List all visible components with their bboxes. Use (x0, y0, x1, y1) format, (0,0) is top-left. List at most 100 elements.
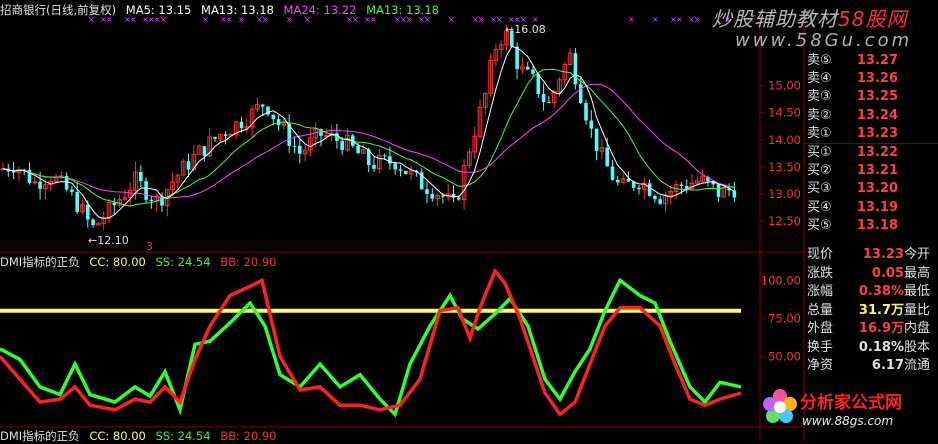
stat-row: 现价 13.23 今开 (805, 246, 938, 265)
watermark-title: 炒股辅助教材58股网 (712, 3, 907, 32)
candle-down (547, 101, 551, 103)
price-tick-label: 14.50 (768, 106, 801, 120)
stat-label: 现价 (807, 247, 834, 262)
bid-label: 买④ (807, 199, 832, 215)
bid-row: 买① 13.22 (805, 144, 938, 162)
candle-down (525, 66, 530, 70)
signal-x-mark: × (652, 15, 659, 24)
candle-down (75, 192, 79, 212)
low-annotation: ←12.10 (88, 234, 129, 247)
stat-value: 0.18% (858, 339, 904, 355)
candle-down (292, 145, 297, 147)
bb-label: BB: 20.90 (220, 255, 277, 269)
bid-list: 买① 13.22 买② 13.21 买③ 13.20 买④ 13.19 买⑤ 13.18 (805, 144, 938, 235)
stat-value: 6.17 (871, 358, 904, 373)
ask-label: 卖③ (807, 89, 832, 105)
ask-label: 卖④ (807, 71, 832, 87)
candle-down (11, 171, 16, 173)
ma13-line (2, 68, 735, 207)
ask-label: 卖② (807, 107, 832, 123)
bid-label: 买② (807, 163, 832, 179)
ss-label: SS: 24.54 (155, 255, 211, 269)
signal-x-mark: × (478, 15, 485, 24)
bid-label: 买① (807, 144, 832, 160)
signal-x-mark: × (694, 15, 701, 24)
indicator-tick-label: 75.00 (768, 311, 801, 325)
flower-logo-icon (763, 389, 797, 423)
price-tick-label: 13.00 (768, 187, 801, 201)
candle-down (430, 193, 435, 199)
stat-value: 16.9万 (858, 321, 904, 336)
stat-label2: 最高 (904, 265, 931, 281)
candle-down (112, 202, 117, 206)
candle-down (573, 53, 578, 85)
signal-x-mark: × (496, 15, 503, 24)
stat-label: 涨跌 (807, 265, 834, 281)
order-book: 卖⑤ 13.27 卖④ 13.26 卖③ 13.25 卖② 13.24 卖① 13.23 买① 13… (805, 52, 938, 235)
indicator-axis: 100.00 75.00 50.00 (760, 273, 801, 363)
ma13-label: MA13: 13.18 (201, 3, 274, 17)
candle-down (223, 134, 228, 136)
price-tick-label: 15.00 (768, 79, 801, 93)
stat-label: 外盘 (807, 321, 834, 336)
candle-down (38, 181, 42, 189)
bid-row: 买③ 13.20 (805, 180, 938, 198)
candle-down (149, 199, 154, 202)
stat-label2: 股本 (904, 339, 931, 355)
candle-down (441, 195, 445, 197)
candle-down (271, 114, 276, 120)
stat-label: 涨幅 (807, 284, 834, 299)
candle-down (139, 171, 143, 182)
candle-down (451, 193, 456, 198)
candle-down (70, 189, 74, 193)
candle-down (260, 104, 265, 107)
ss-line (0, 277, 742, 418)
price-axis: 15.00 14.50 14.00 13.50 13.00 12.50 (760, 79, 801, 228)
candle-down (610, 166, 615, 180)
stat-row: 外盘 16.9万 内盘 (805, 320, 938, 339)
price-tick-label: 13.50 (768, 160, 801, 174)
ask-label: 卖⑤ (807, 53, 832, 68)
bid-value: 13.22 (856, 144, 898, 160)
signal-x-mark: × (448, 15, 455, 24)
quote-stats: 现价 13.23 今开 涨跌 0.05 最高 涨幅 0.38% 最低 总量 31.7万 量比 外盘 16.… (805, 246, 938, 376)
candle-down (425, 189, 429, 194)
candle-down (382, 155, 387, 157)
watermark-url: www.58Gu.com (735, 30, 913, 51)
bid-value: 13.20 (856, 181, 898, 197)
stat-label: 总量 (807, 302, 834, 318)
candle-down (515, 46, 519, 69)
ma24-label: MA24: 13.22 (283, 3, 357, 17)
kline-chart[interactable]: × × × × × × × × × × × × × × × × × × × × × × × × × × × × × × × × × × × × × × × ×… (0, 0, 938, 441)
ask-row: 卖⑤ 13.27 (805, 52, 938, 70)
ask-row: 卖② 13.24 (805, 107, 938, 125)
candlestick-series (0, 25, 737, 231)
bid-row: 买⑤ 13.18 (805, 217, 938, 235)
stat-value: 0.38% (858, 284, 904, 299)
stat-label2: 内盘 (904, 321, 931, 336)
watermark-text: 炒股辅助教材 (712, 7, 838, 31)
ask-value: 13.25 (856, 89, 898, 105)
signal-x-mark: × (628, 15, 635, 24)
signal-marker: 3 (146, 240, 153, 253)
candle-down (457, 197, 461, 200)
price-header: 招商银行(日线,前复权) MA5: 13.15 MA13: 13.18 MA24… (0, 2, 445, 18)
candle-down (340, 140, 344, 151)
ask-row: 卖③ 13.25 (805, 88, 938, 106)
bb-line (0, 267, 742, 417)
candle-down (398, 169, 403, 171)
ma5-line (2, 45, 735, 219)
candle-down (144, 181, 148, 200)
candle-down (605, 147, 609, 167)
candle-down (86, 204, 90, 220)
ask-value: 13.26 (856, 71, 898, 87)
stat-label: 换手 (807, 339, 834, 355)
price-tick-label: 14.00 (768, 133, 801, 147)
candle-down (589, 120, 594, 129)
ask-value: 13.24 (856, 107, 898, 123)
high-annotation: ←16.08 (505, 23, 546, 36)
indicator-header-2: DMI指标的正负 CC: 80.00 SS: 24.54 BB: 20.90 (0, 428, 282, 444)
candle-down (541, 93, 546, 102)
candle-down (213, 137, 217, 139)
stat-label2: 最低 (904, 284, 931, 299)
